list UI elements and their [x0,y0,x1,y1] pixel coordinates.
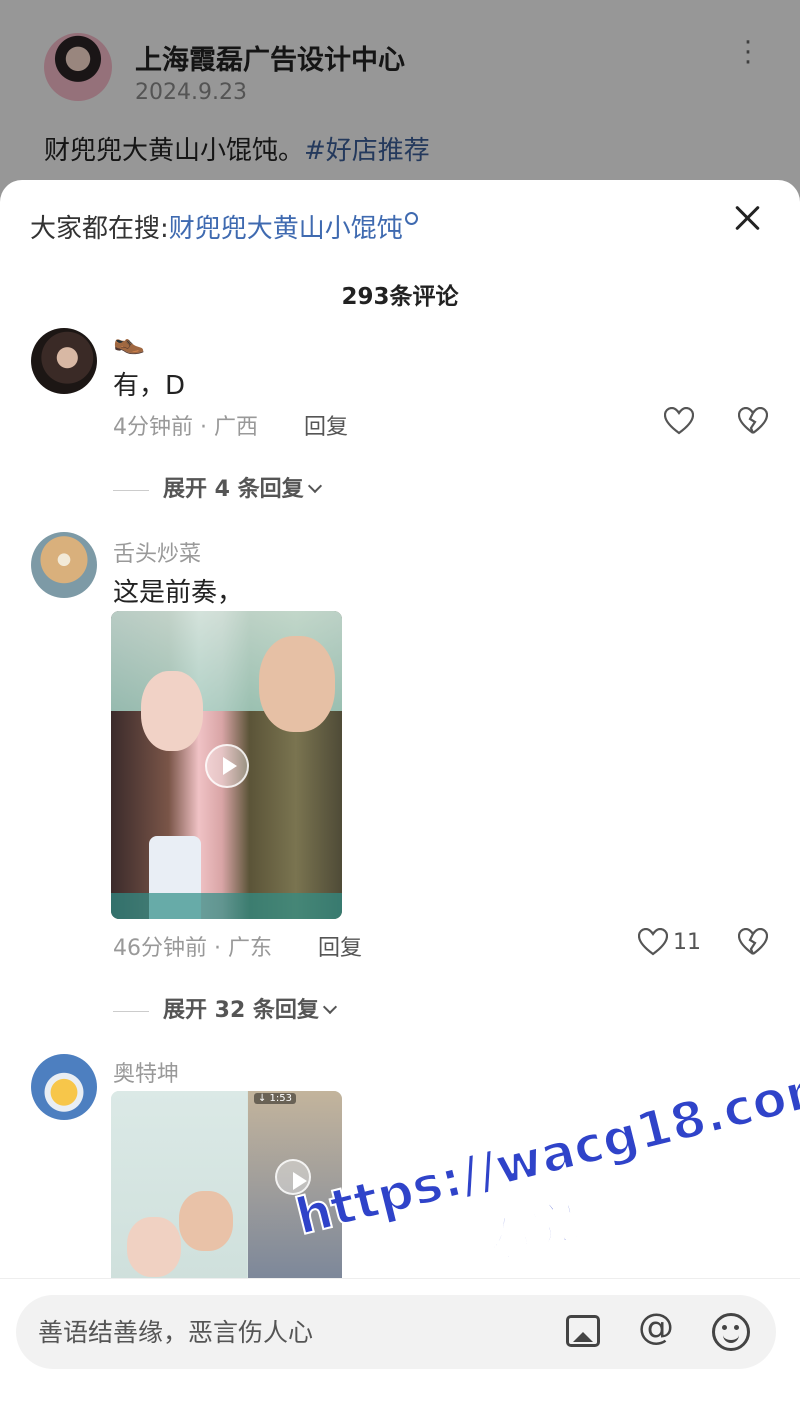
trending-search-label: 大家都在搜: [30,214,169,244]
boot-emoji-icon: 👞 [113,326,146,356]
divider [113,489,149,491]
comment-sheet: 大家都在搜:财兜兜大黄山小馄饨 293条评论 👞 有，D 4分钟前 · 广西 回… [0,180,800,1407]
comment-video-thumbnail[interactable] [111,611,342,919]
play-icon[interactable] [205,744,249,788]
like-count: 11 [673,930,701,955]
reply-button[interactable]: 回复 [318,930,362,962]
comment-video-thumbnail[interactable]: ↓ 1:53 [111,1091,342,1281]
at-icon[interactable]: @ [638,1307,674,1348]
chevron-down-icon [307,478,322,494]
video-person [141,671,203,751]
avatar[interactable] [31,328,97,394]
comment-username[interactable]: 舌头炒菜 [113,536,201,568]
video-seat [111,893,342,919]
comment-time: 4分钟前 [113,415,193,440]
expand-replies-label: 展开 32 条回复 [163,998,319,1023]
heart-icon[interactable] [664,407,694,435]
expand-replies-button[interactable]: 展开 4 条回复 [113,471,322,503]
comment-text: 有，D [113,371,186,401]
trending-search[interactable]: 大家都在搜:财兜兜大黄山小馄饨 [30,208,418,245]
emoji-icon[interactable] [712,1313,750,1351]
comment-input-container[interactable]: @ [16,1295,776,1369]
video-person [259,636,335,732]
trending-search-query[interactable]: 财兜兜大黄山小馄饨 [169,214,403,244]
comment-count: 293条评论 [341,284,459,310]
dislike-icon[interactable] [738,407,768,435]
comment-time: 46分钟前 [113,936,207,961]
play-icon[interactable] [275,1159,311,1195]
avatar[interactable] [31,1054,97,1120]
comment-meta: 46分钟前 · 广东 [113,936,272,961]
heart-icon[interactable] [638,928,668,956]
expand-replies-label: 展开 4 条回复 [163,477,304,502]
image-icon[interactable] [566,1315,600,1347]
comment-input[interactable] [38,1313,558,1351]
chevron-down-icon [322,999,338,1015]
video-person [127,1217,181,1277]
search-icon [404,212,418,225]
comment-text: 这是前奏， [113,578,244,608]
comment-input-bar: @ [0,1278,800,1407]
close-button[interactable] [732,202,764,234]
comment-location: 广西 [213,415,258,440]
video-duration: ↓ 1:53 [254,1093,297,1104]
dislike-icon[interactable] [738,928,768,956]
divider [113,1010,149,1012]
avatar[interactable] [31,532,97,598]
reply-button[interactable]: 回复 [304,409,348,441]
video-person [179,1191,233,1251]
comment-meta: 4分钟前 · 广西 [113,415,258,440]
expand-replies-button[interactable]: 展开 32 条回复 [113,992,338,1024]
comment-username[interactable]: 奥特坤 [113,1056,179,1088]
comment-location: 广东 [227,936,272,961]
